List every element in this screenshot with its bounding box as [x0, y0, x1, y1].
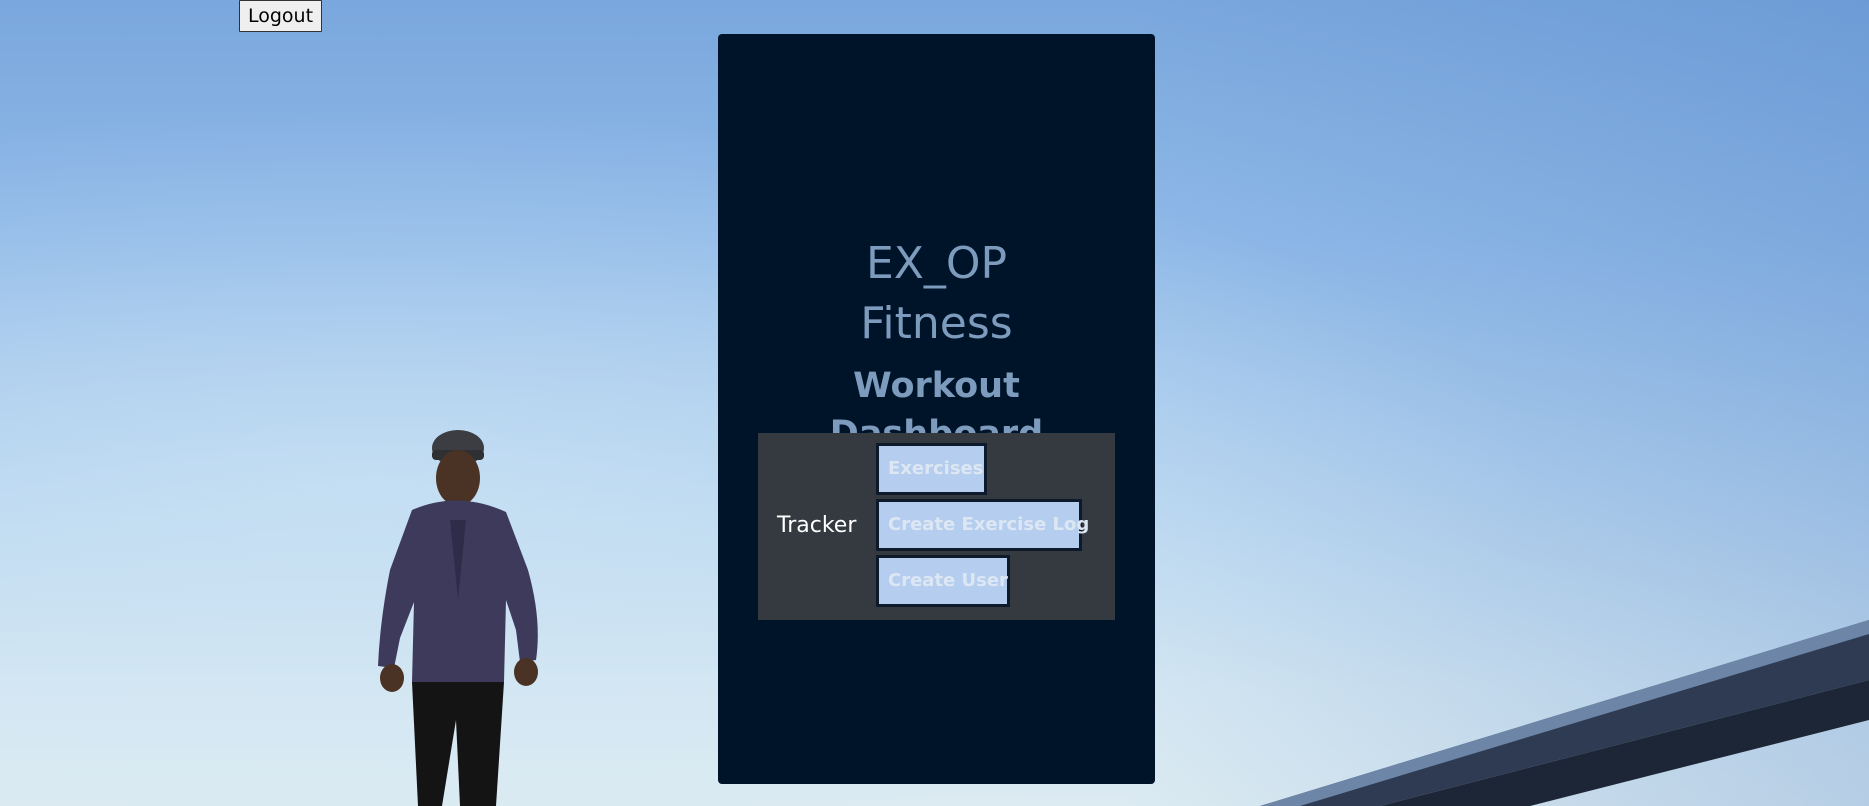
runner-figure: [378, 430, 538, 806]
page-subtitle-line1: Workout: [853, 366, 1020, 406]
logout-button[interactable]: Logout: [239, 0, 323, 32]
nav-create-exercise-log-button[interactable]: Create Exercise Log: [876, 499, 1089, 551]
app-title-line1: EX_OP: [865, 238, 1008, 289]
nav-create-user-button[interactable]: Create User: [876, 555, 1010, 607]
app-title-line2: Fitness: [860, 298, 1013, 349]
navbar: Tracker Exercises Create Exercise Log Cr…: [758, 433, 1115, 620]
navbar-brand[interactable]: Tracker: [777, 511, 856, 541]
nav-exercises-button[interactable]: Exercises: [876, 443, 987, 495]
app-title: EX_OP Fitness: [718, 234, 1155, 354]
guard-rail: [1260, 620, 1869, 806]
dashboard-card: EX_OP Fitness Workout Dashboard Tracker …: [718, 34, 1155, 784]
